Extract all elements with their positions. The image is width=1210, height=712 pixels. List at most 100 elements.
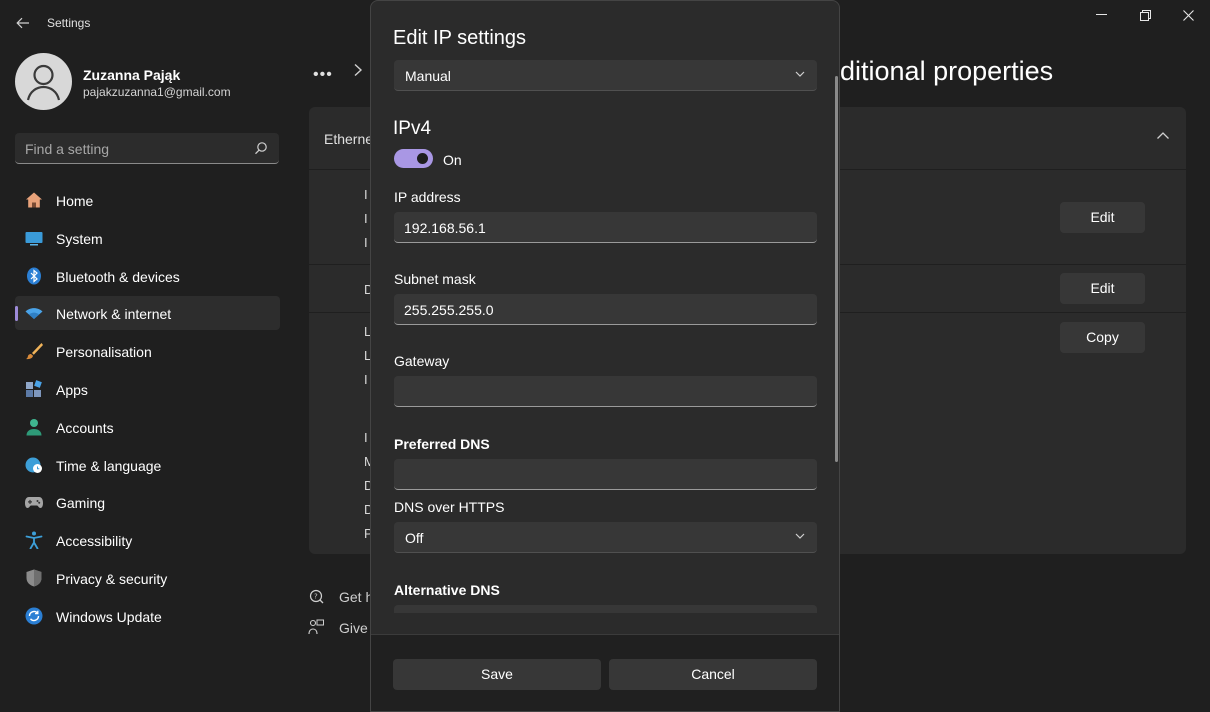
breadcrumb-overflow-button[interactable]: ••• <box>313 66 333 84</box>
svg-text:?: ? <box>314 593 318 601</box>
sidebar-item-privacy[interactable]: Privacy & security <box>15 561 280 595</box>
page-title: ditional properties <box>840 56 1054 86</box>
gateway-field[interactable] <box>394 376 817 407</box>
sidebar-item-label: Time & language <box>56 457 162 474</box>
sidebar-item-label: Accessibility <box>56 533 133 550</box>
back-arrow-icon <box>16 17 29 29</box>
sidebar-item-label: Home <box>56 193 94 209</box>
edit-ip-settings-dialog: Edit IP settings Manual IPv4 On IP addre… <box>370 0 840 712</box>
dns-over-https-dropdown[interactable]: Off <box>394 522 817 553</box>
back-button[interactable] <box>10 10 36 36</box>
ipv4-toggle[interactable] <box>394 149 433 168</box>
sidebar-item-gaming[interactable]: Gaming <box>15 485 280 519</box>
sidebar-item-label: Accounts <box>56 419 114 436</box>
sidebar-item-label: Privacy & security <box>56 570 168 587</box>
sidebar-item-system[interactable]: System <box>15 221 280 255</box>
bluetooth-icon <box>27 267 41 285</box>
search-placeholder: Find a setting <box>25 141 110 157</box>
sidebar-item-home[interactable]: Home <box>15 183 280 217</box>
sidebar-nav: Home System Bluetooth & devices Network … <box>15 183 280 637</box>
person-placeholder-icon <box>26 64 61 101</box>
update-icon <box>25 607 43 625</box>
minimize-icon <box>1095 14 1107 15</box>
chevron-right-icon <box>354 63 363 77</box>
shield-icon <box>26 569 42 587</box>
subnet-mask-value: 255.255.255.0 <box>404 302 494 318</box>
system-icon <box>25 231 43 246</box>
chevron-down-icon <box>795 533 805 539</box>
avatar <box>15 53 72 110</box>
apps-icon <box>26 380 42 397</box>
brush-icon <box>26 343 43 360</box>
sidebar-item-time-language[interactable]: Time & language <box>15 448 280 482</box>
help-icon: ? <box>309 589 324 604</box>
sidebar-item-personalisation[interactable]: Personalisation <box>15 334 280 368</box>
toggle-knob <box>417 153 428 164</box>
sidebar-item-network[interactable]: Network & internet <box>15 296 280 331</box>
panel-heading: Etherne <box>324 131 374 147</box>
sidebar-item-apps[interactable]: Apps <box>15 372 280 406</box>
restore-button[interactable] <box>1123 0 1167 30</box>
sidebar-item-label: Apps <box>56 381 88 398</box>
row-label: I <box>364 430 368 445</box>
ip-address-label: IP address <box>394 189 461 205</box>
alternative-dns-label: Alternative DNS <box>394 582 500 598</box>
row-label: I <box>364 187 368 202</box>
ip-mode-value: Manual <box>405 68 451 84</box>
row-label: I <box>364 372 368 387</box>
search-input[interactable]: Find a setting <box>15 133 279 164</box>
feedback-icon <box>308 619 324 635</box>
close-button[interactable] <box>1166 0 1210 30</box>
sidebar-item-label: Personalisation <box>56 344 152 361</box>
dialog-scrollbar[interactable] <box>835 76 838 462</box>
chevron-up-icon[interactable] <box>1156 131 1170 141</box>
home-icon <box>26 192 42 208</box>
subnet-mask-field[interactable]: 255.255.255.0 <box>394 294 817 325</box>
user-profile[interactable]: Zuzanna Pająk pajakzuzanna1@gmail.com <box>15 53 285 111</box>
get-help-link[interactable]: Get h <box>339 589 373 605</box>
copy-button[interactable]: Copy <box>1060 322 1145 353</box>
sidebar-item-bluetooth[interactable]: Bluetooth & devices <box>15 259 280 293</box>
minimize-button[interactable] <box>1079 0 1123 30</box>
cancel-button[interactable]: Cancel <box>609 659 817 690</box>
ip-mode-dropdown[interactable]: Manual <box>394 60 817 91</box>
sidebar-item-label: Windows Update <box>56 608 162 625</box>
ip-address-value: 192.168.56.1 <box>404 220 486 236</box>
sidebar-item-label: System <box>56 230 103 247</box>
globe-clock-icon <box>25 457 42 473</box>
dns-over-https-value: Off <box>405 530 424 546</box>
save-button[interactable]: Save <box>393 659 601 690</box>
ip-address-field[interactable]: 192.168.56.1 <box>394 212 817 243</box>
close-icon <box>1182 9 1194 21</box>
toggle-state-label: On <box>443 152 462 168</box>
dns-over-https-label: DNS over HTTPS <box>394 499 505 515</box>
user-email: pajakzuzanna1@gmail.com <box>83 85 231 99</box>
gateway-label: Gateway <box>394 353 450 369</box>
user-name: Zuzanna Pająk <box>83 67 181 83</box>
sidebar-item-windows-update[interactable]: Windows Update <box>15 599 280 633</box>
row-label: I <box>364 211 368 226</box>
search-icon <box>255 142 267 155</box>
row-label: I <box>364 235 368 250</box>
gamepad-icon <box>25 497 43 509</box>
ipv4-heading: IPv4 <box>393 118 432 139</box>
sidebar-item-accessibility[interactable]: Accessibility <box>15 523 280 557</box>
dialog-footer: Save Cancel <box>371 634 839 711</box>
dialog-title: Edit IP settings <box>393 27 527 49</box>
sidebar-item-label: Network & internet <box>56 306 172 323</box>
wifi-icon <box>25 308 43 320</box>
sidebar-item-label: Bluetooth & devices <box>56 268 180 285</box>
sidebar-item-label: Gaming <box>56 495 106 512</box>
alternative-dns-field[interactable] <box>394 605 817 613</box>
preferred-dns-field[interactable] <box>394 459 817 490</box>
subnet-mask-label: Subnet mask <box>394 271 476 287</box>
chevron-down-icon <box>795 71 805 77</box>
preferred-dns-label: Preferred DNS <box>394 436 490 452</box>
accessibility-icon <box>25 531 43 550</box>
person-icon <box>26 418 42 436</box>
edit-dns-button[interactable]: Edit <box>1060 273 1145 304</box>
sidebar-item-accounts[interactable]: Accounts <box>15 410 280 444</box>
app-title: Settings <box>47 16 91 30</box>
restore-icon <box>1139 9 1151 21</box>
edit-ip-button[interactable]: Edit <box>1060 202 1145 233</box>
